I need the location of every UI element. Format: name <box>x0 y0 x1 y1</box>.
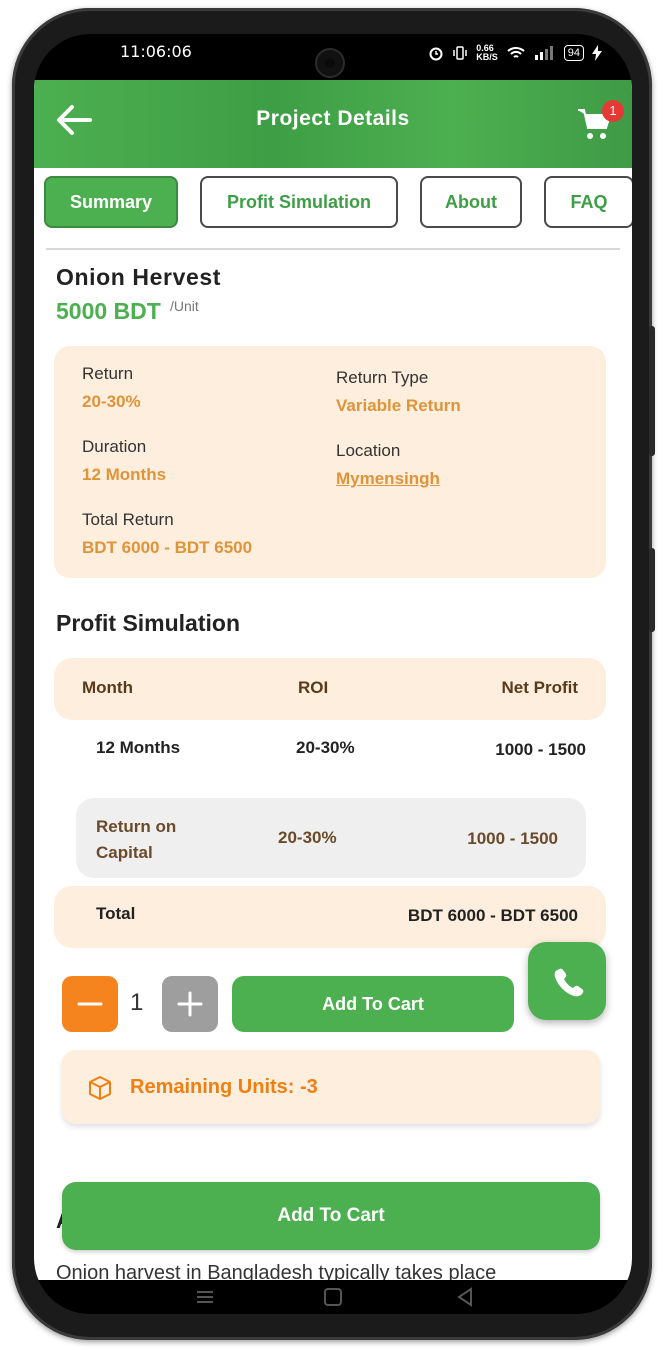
speed-unit: KB/S <box>476 52 498 62</box>
description-text: Onion harvest in Bangladesh typically ta… <box>56 1262 497 1280</box>
increase-quantity-button[interactable] <box>162 976 218 1032</box>
vibrate-icon <box>453 46 467 60</box>
alarm-icon <box>429 47 443 61</box>
status-bar: 11:06:06 0.66 KB/S 94 <box>34 34 632 80</box>
front-camera <box>315 48 345 78</box>
return-value: 20-30% <box>82 392 141 411</box>
total-row: Total BDT 6000 - BDT 6500 <box>54 886 606 948</box>
project-info-card: Return 20-30% Return Type Variable Retur… <box>54 346 606 578</box>
roc-profit: 1000 - 1500 <box>467 829 558 848</box>
app-bar: Project Details 1 <box>34 80 632 168</box>
location-label: Location <box>336 441 401 460</box>
project-price: 5000 BDT <box>56 298 161 324</box>
app-content: Project Details 1 Summary Profit Simulat… <box>34 80 632 1280</box>
tab-about[interactable]: About <box>420 176 522 228</box>
duration-label: Duration <box>82 437 147 456</box>
phone-icon <box>554 968 584 997</box>
row-month: 12 Months <box>96 738 181 757</box>
quantity-value: 1 <box>130 989 144 1016</box>
call-button[interactable] <box>528 942 606 1020</box>
status-time: 11:06:06 <box>120 42 192 61</box>
return-label: Return <box>82 364 134 383</box>
charging-icon <box>592 45 602 61</box>
wifi-icon <box>507 47 525 58</box>
power-button <box>649 548 655 632</box>
profit-simulation-heading: Profit Simulation <box>56 610 240 636</box>
battery-indicator: 94 <box>563 45 584 61</box>
recent-apps-icon[interactable] <box>194 1286 216 1308</box>
status-icons: 0.66 KB/S 94 <box>428 44 602 62</box>
duration-value: 12 Months <box>82 465 167 484</box>
plus-icon <box>177 991 203 1017</box>
price-unit: /Unit <box>170 298 199 314</box>
col-roi: ROI <box>298 678 329 697</box>
add-to-cart-button[interactable]: Add To Cart <box>232 976 514 1032</box>
decrease-quantity-button[interactable] <box>62 976 118 1032</box>
return-type-value: Variable Return <box>336 396 461 415</box>
simulation-table-header: Month ROI Net Profit <box>54 658 606 720</box>
home-icon[interactable] <box>322 1286 344 1308</box>
tab-summary[interactable]: Summary <box>44 176 178 228</box>
back-nav-icon[interactable] <box>454 1286 476 1308</box>
row-net-profit: 1000 - 1500 <box>495 740 586 759</box>
tab-bar: Summary Profit Simulation About FAQ <box>34 176 632 232</box>
minus-icon <box>77 1002 103 1006</box>
roc-roi: 20-30% <box>278 828 337 847</box>
add-to-cart-bottom-button[interactable]: Add To Cart <box>62 1182 600 1250</box>
total-label: Total <box>96 904 136 923</box>
tab-divider <box>46 248 620 250</box>
total-return-label: Total Return <box>82 510 174 529</box>
roc-label: Return on Capital <box>96 817 177 862</box>
screen: 11:06:06 0.66 KB/S 94 Project Details 1 … <box>34 34 632 1314</box>
project-name: Onion Hervest <box>56 264 222 290</box>
col-net-profit: Net Profit <box>501 678 579 697</box>
page-title: Project Details <box>256 107 410 130</box>
return-type-label: Return Type <box>336 368 429 387</box>
total-value: BDT 6000 - BDT 6500 <box>407 906 578 925</box>
package-icon <box>89 1076 111 1100</box>
signal-icon <box>534 46 553 60</box>
system-nav-bar <box>34 1280 632 1314</box>
col-month: Month <box>82 678 133 697</box>
row-roi: 20-30% <box>296 738 355 757</box>
remaining-units-text: Remaining Units: -3 <box>130 1076 318 1098</box>
phone-frame: 11:06:06 0.66 KB/S 94 Project Details 1 … <box>12 8 655 1340</box>
return-on-capital-row: Return on Capital 20-30% 1000 - 1500 <box>76 798 586 878</box>
remaining-units-card: Remaining Units: -3 <box>62 1050 600 1124</box>
network-speed: 0.66 KB/S <box>476 44 498 62</box>
cart-count-badge: 1 <box>602 100 624 122</box>
tab-profit-simulation[interactable]: Profit Simulation <box>200 176 398 228</box>
location-link[interactable]: Mymensingh <box>336 469 440 489</box>
volume-button <box>649 326 655 456</box>
tab-faq[interactable]: FAQ <box>544 176 632 228</box>
total-return-value: BDT 6000 - BDT 6500 <box>82 538 253 557</box>
